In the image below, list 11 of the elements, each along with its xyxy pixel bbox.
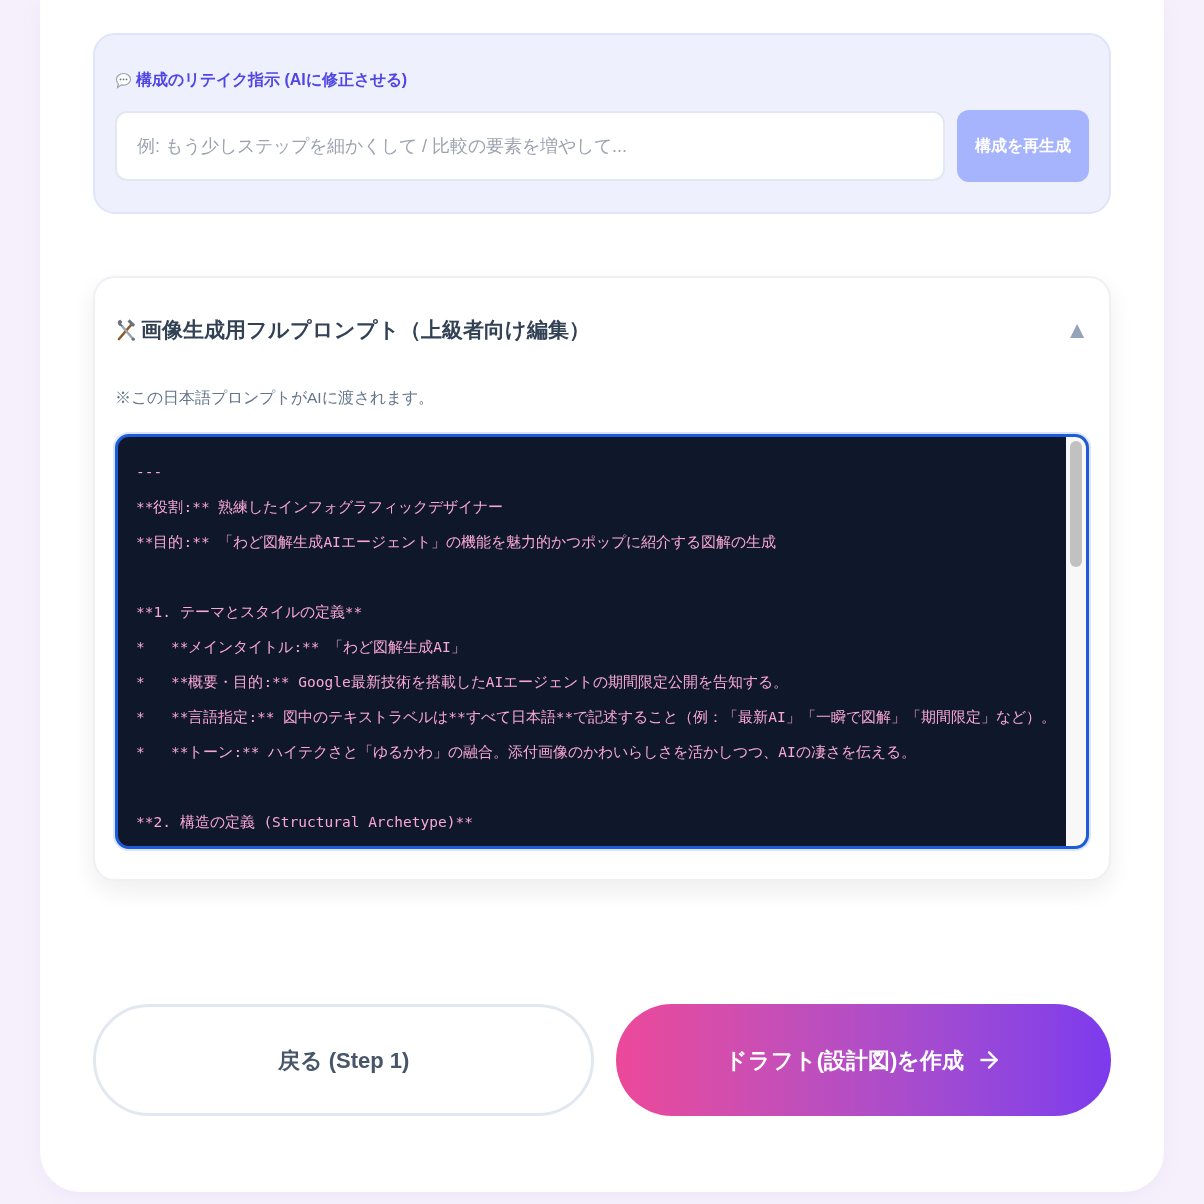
back-button[interactable]: 戻る (Step 1) bbox=[93, 1004, 594, 1116]
retake-label: 構成のリテイク指示 (AIに修正させる) bbox=[136, 70, 408, 90]
prompt-note: ※この日本語プロンプトがAIに渡されます。 bbox=[115, 388, 435, 408]
hammer-and-wrench-icon bbox=[115, 318, 137, 342]
retake-input-field[interactable]: 例: もう少しステップを細かくして / 比較の要素を増やして... bbox=[115, 111, 945, 181]
scrollbar-thumb[interactable] bbox=[1070, 441, 1082, 567]
prompt-title: 画像生成用フルプロンプト（上級者向け編集） bbox=[141, 317, 590, 344]
speech-bubble-icon bbox=[115, 71, 132, 89]
prompt-editor-field[interactable]: --- **役割:** 熟練したインフォグラフィックデザイナー **目的:** 「わど図解生成AIエージェント」の機能を魅力的かつポップに紹介する図解の生成 **1. テーマとスタイルの定義** * **メインタイトル:** 「わど図解生成AI」 * **概要・目的:** Google最新技術を搭載したAIエージェントの期間限定公開を告知する。 * **言語指定:** 図中のテキストラベルは**すべて日本語**で記述すること（例：「最新AI」「一瞬で図解」「期間限定」など）。 * **トーン:** ハイテクさと「ゆるかわ」の融合。添付画像のかわいらしさを活かしつつ、AIの凄さを伝える。 **2. 構造の定義 (Structural Archetype)** bbox=[115, 434, 1089, 849]
create-draft-button[interactable]: ドラフト(設計図)を作成 bbox=[616, 1004, 1111, 1116]
collapse-toggle[interactable]: ▲ bbox=[1065, 318, 1089, 342]
